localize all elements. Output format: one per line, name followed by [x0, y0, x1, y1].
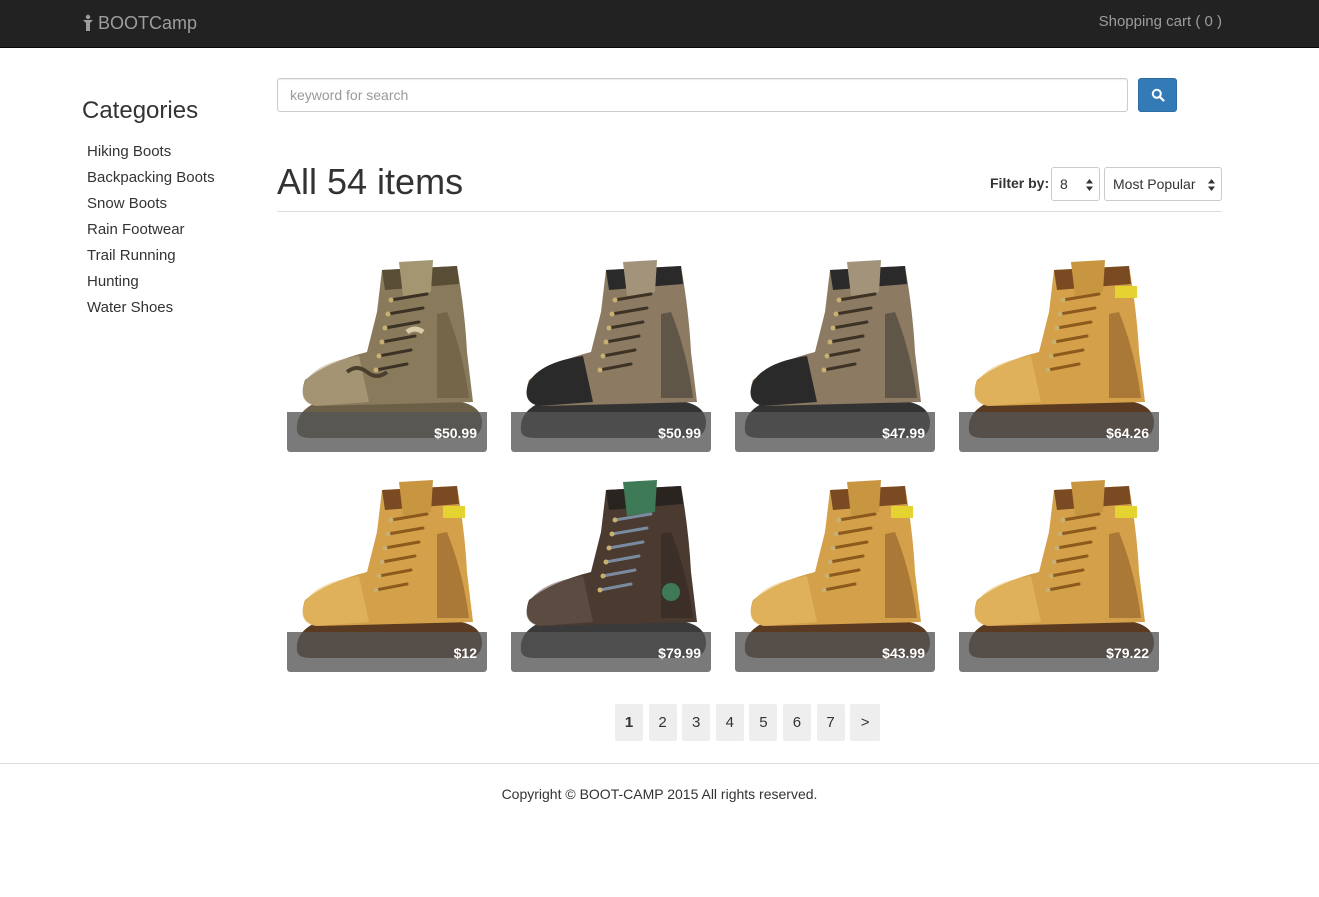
price-overlay: $64.26	[959, 412, 1159, 452]
copyright-text: Copyright © BOOT-CAMP 2015 All rights re…	[501, 786, 818, 802]
sort-value: Most Popular	[1113, 176, 1196, 192]
footer-divider	[0, 763, 1319, 764]
category-hunting[interactable]: Hunting	[87, 271, 215, 297]
product-card[interactable]: $50.99	[511, 252, 711, 452]
price-overlay: $79.22	[959, 632, 1159, 672]
product-card[interactable]: $79.22	[959, 472, 1159, 672]
boot-logo-icon	[83, 14, 93, 31]
filter-label: Filter by:	[990, 175, 1050, 191]
search-input[interactable]	[277, 78, 1128, 112]
categories-title: Categories	[82, 97, 199, 124]
search-icon	[1151, 88, 1165, 102]
product-price: $43.99	[882, 645, 925, 661]
price-overlay: $47.99	[735, 412, 935, 452]
page-link-1[interactable]: 1	[615, 704, 643, 741]
page-link-5[interactable]: 5	[749, 704, 778, 741]
page-link-6[interactable]: 6	[782, 704, 811, 741]
product-card[interactable]: $64.26	[959, 252, 1159, 452]
items-count-title: All 54 items	[277, 161, 464, 202]
product-card[interactable]: $50.99	[287, 252, 487, 452]
next-page-button[interactable]: >	[850, 704, 881, 741]
category-rain-footwear[interactable]: Rain Footwear	[87, 219, 215, 245]
items-per-page-select[interactable]: 8	[1051, 167, 1100, 201]
category-list: Hiking Boots Backpacking Boots Snow Boot…	[87, 141, 215, 323]
product-price: $12	[453, 645, 477, 661]
category-trail-running[interactable]: Trail Running	[87, 245, 215, 271]
select-arrows-icon	[1208, 179, 1215, 191]
heading-divider	[277, 211, 1222, 212]
product-price: $50.99	[658, 425, 701, 441]
search-button[interactable]	[1138, 78, 1177, 112]
top-navbar: BOOTCamp Shopping cart ( 0 )	[0, 0, 1319, 48]
product-price: $47.99	[882, 425, 925, 441]
select-arrows-icon	[1086, 179, 1093, 191]
product-price: $50.99	[434, 425, 477, 441]
product-card[interactable]: $12	[287, 472, 487, 672]
price-overlay: $50.99	[511, 412, 711, 452]
product-price: $79.22	[1106, 645, 1149, 661]
price-overlay: $12	[287, 632, 487, 672]
shopping-cart-link[interactable]: Shopping cart ( 0 )	[1099, 13, 1222, 30]
page-link-3[interactable]: 3	[682, 704, 711, 741]
product-price: $64.26	[1106, 425, 1149, 441]
category-snow-boots[interactable]: Snow Boots	[87, 193, 215, 219]
sort-select[interactable]: Most Popular	[1104, 167, 1222, 201]
product-price: $79.99	[658, 645, 701, 661]
page-link-7[interactable]: 7	[816, 704, 845, 741]
page-link-2[interactable]: 2	[648, 704, 677, 741]
category-water-shoes[interactable]: Water Shoes	[87, 297, 215, 323]
product-card[interactable]: $79.99	[511, 472, 711, 672]
category-hiking-boots[interactable]: Hiking Boots	[87, 141, 215, 167]
product-card[interactable]: $43.99	[735, 472, 935, 672]
page-link-4[interactable]: 4	[715, 704, 744, 741]
items-per-page-value: 8	[1060, 176, 1068, 192]
product-card[interactable]: $47.99	[735, 252, 935, 452]
pagination: 1 2 3 4 5 6 7 >	[615, 704, 886, 741]
brand-name: BOOTCamp	[98, 12, 198, 33]
price-overlay: $43.99	[735, 632, 935, 672]
price-overlay: $79.99	[511, 632, 711, 672]
category-backpacking-boots[interactable]: Backpacking Boots	[87, 167, 215, 193]
brand-link[interactable]: BOOTCamp	[82, 12, 197, 34]
price-overlay: $50.99	[287, 412, 487, 452]
